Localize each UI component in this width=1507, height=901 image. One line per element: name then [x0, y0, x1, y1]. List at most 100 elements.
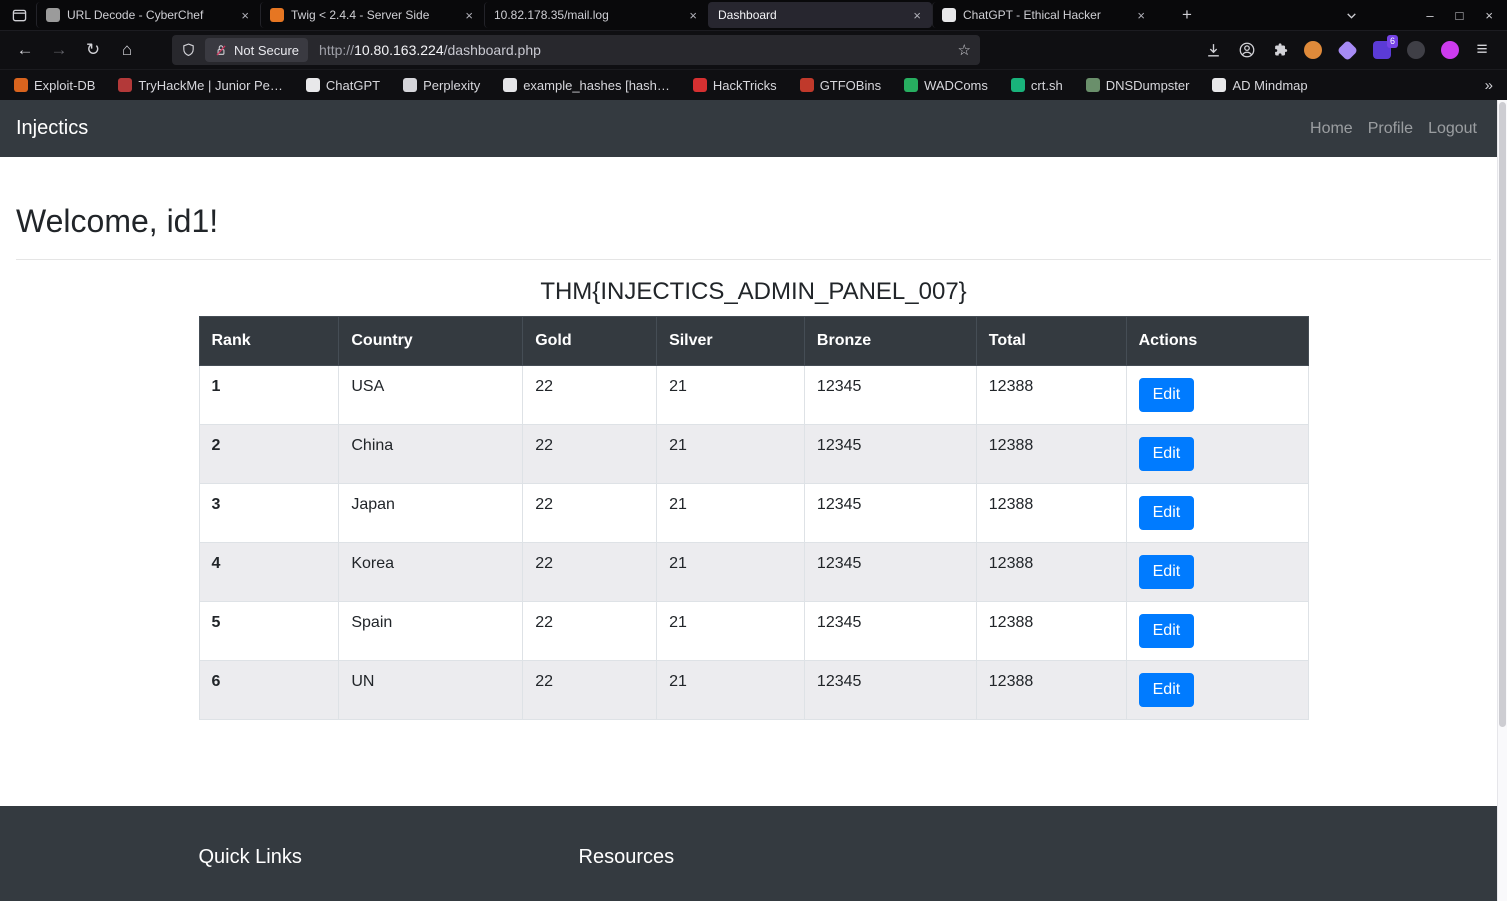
scrollbar-thumb[interactable]: [1499, 102, 1506, 727]
actions-cell: Edit: [1126, 366, 1308, 425]
bookmark-item[interactable]: TryHackMe | Junior Pe…: [118, 78, 283, 93]
extensions-puzzle-icon[interactable]: [1264, 36, 1298, 64]
extension-icon[interactable]: [1337, 39, 1358, 60]
firefox-view-icon[interactable]: [6, 4, 32, 26]
menu-icon[interactable]: ≡: [1465, 36, 1499, 64]
bookmark-item[interactable]: WADComs: [904, 78, 988, 93]
gold-cell: 22: [523, 366, 657, 425]
rank-cell: 5: [199, 602, 339, 661]
bookmark-item[interactable]: Exploit-DB: [14, 78, 95, 93]
nav-link[interactable]: Logout: [1428, 120, 1477, 138]
silver-cell: 21: [657, 484, 805, 543]
gold-cell: 22: [523, 543, 657, 602]
table-row: 4 Korea 22 21 12345 12388 Edit: [199, 543, 1308, 602]
table-header-cell: Gold: [523, 317, 657, 366]
table-header-cell: Total: [976, 317, 1126, 366]
gold-cell: 22: [523, 425, 657, 484]
back-icon[interactable]: ←: [8, 36, 42, 64]
total-cell: 12388: [976, 425, 1126, 484]
download-icon[interactable]: [1196, 36, 1230, 64]
bookmark-favicon-icon: [503, 78, 517, 92]
bookmark-label: Exploit-DB: [34, 78, 95, 93]
bookmarks-overflow-icon[interactable]: »: [1485, 77, 1493, 94]
extension-icon[interactable]: 6: [1373, 41, 1391, 59]
tab-title: Twig < 2.4.4 - Server Side: [291, 8, 456, 22]
nav-link[interactable]: Home: [1310, 120, 1353, 138]
edit-button[interactable]: Edit: [1139, 614, 1195, 648]
forward-icon[interactable]: →: [42, 36, 76, 64]
welcome-heading: Welcome, id1!: [16, 203, 1491, 240]
footer-heading: Resources: [579, 846, 959, 869]
extension-icon[interactable]: [1304, 41, 1322, 59]
table-row: 3 Japan 22 21 12345 12388 Edit: [199, 484, 1308, 543]
tracking-shield-icon[interactable]: [181, 42, 196, 58]
browser-tab[interactable]: Twig < 2.4.4 - Server Side ×: [260, 2, 484, 28]
new-tab-button[interactable]: +: [1174, 5, 1200, 25]
bronze-cell: 12345: [804, 366, 976, 425]
country-cell: Spain: [339, 602, 523, 661]
window-close-icon[interactable]: ×: [1485, 8, 1493, 23]
not-secure-chip[interactable]: Not Secure: [205, 38, 308, 62]
tab-favicon-icon: [270, 8, 284, 22]
tab-list: URL Decode - CyberChef × Twig < 2.4.4 - …: [36, 0, 1156, 30]
browser-tab[interactable]: 10.82.178.35/mail.log ×: [484, 2, 708, 28]
edit-button[interactable]: Edit: [1139, 555, 1195, 589]
bookmark-item[interactable]: HackTricks: [693, 78, 777, 93]
nav-link[interactable]: Profile: [1368, 120, 1413, 138]
actions-cell: Edit: [1126, 661, 1308, 720]
account-icon[interactable]: [1230, 36, 1264, 64]
bookmark-favicon-icon: [904, 78, 918, 92]
table-header-row: Rank Country Gold Silver Bronze Total: [199, 317, 1308, 366]
table-row: 6 UN 22 21 12345 12388 Edit: [199, 661, 1308, 720]
not-secure-label: Not Secure: [234, 43, 299, 58]
window-controls: – □ ×: [1345, 8, 1501, 23]
home-icon[interactable]: ⌂: [110, 36, 144, 64]
tab-favicon-icon: [46, 8, 60, 22]
extension-icon[interactable]: [1441, 41, 1459, 59]
rank-cell: 1: [199, 366, 339, 425]
bookmark-favicon-icon: [800, 78, 814, 92]
edit-button[interactable]: Edit: [1139, 378, 1195, 412]
navigation-toolbar: ← → ↻ ⌂ Not Secure http://10.80.163.224/…: [0, 30, 1507, 69]
tab-close-icon[interactable]: ×: [1135, 8, 1147, 23]
bookmark-item[interactable]: Perplexity: [403, 78, 480, 93]
reload-icon[interactable]: ↻: [76, 36, 110, 64]
brand-link[interactable]: Injectics: [16, 117, 88, 140]
browser-tab[interactable]: Dashboard ×: [708, 2, 932, 28]
table-header-cell: Silver: [657, 317, 805, 366]
browser-tab[interactable]: ChatGPT - Ethical Hacker ×: [932, 2, 1156, 28]
bookmark-item[interactable]: AD Mindmap: [1212, 78, 1307, 93]
extension-icon[interactable]: [1407, 41, 1425, 59]
gold-cell: 22: [523, 484, 657, 543]
tab-close-icon[interactable]: ×: [687, 8, 699, 23]
country-cell: China: [339, 425, 523, 484]
tab-close-icon[interactable]: ×: [239, 8, 251, 23]
maximize-icon[interactable]: □: [1456, 8, 1464, 23]
url-bar[interactable]: Not Secure http://10.80.163.224/dashboar…: [172, 35, 980, 65]
minimize-icon[interactable]: –: [1426, 8, 1433, 23]
bookmark-item[interactable]: example_hashes [hash…: [503, 78, 670, 93]
edit-button[interactable]: Edit: [1139, 673, 1195, 707]
bookmark-item[interactable]: ChatGPT: [306, 78, 380, 93]
tab-title: ChatGPT - Ethical Hacker: [963, 8, 1128, 22]
table-row: 2 China 22 21 12345 12388 Edit: [199, 425, 1308, 484]
page-scrollbar[interactable]: [1497, 100, 1507, 901]
actions-cell: Edit: [1126, 602, 1308, 661]
edit-button[interactable]: Edit: [1139, 496, 1195, 530]
footer-heading: Quick Links: [199, 846, 579, 869]
bookmark-item[interactable]: DNSDumpster: [1086, 78, 1190, 93]
medals-table: Rank Country Gold Silver Bronze Total: [199, 316, 1309, 720]
tab-close-icon[interactable]: ×: [911, 8, 923, 23]
bookmark-item[interactable]: GTFOBins: [800, 78, 881, 93]
bronze-cell: 12345: [804, 543, 976, 602]
browser-tab[interactable]: URL Decode - CyberChef ×: [36, 2, 260, 28]
bronze-cell: 12345: [804, 602, 976, 661]
bookmark-star-icon[interactable]: ☆: [958, 41, 971, 59]
edit-button[interactable]: Edit: [1139, 437, 1195, 471]
tab-close-icon[interactable]: ×: [463, 8, 475, 23]
bookmark-favicon-icon: [14, 78, 28, 92]
bookmark-favicon-icon: [306, 78, 320, 92]
tab-list-chevron-icon[interactable]: [1345, 9, 1358, 22]
bookmark-label: crt.sh: [1031, 78, 1063, 93]
bookmark-item[interactable]: crt.sh: [1011, 78, 1063, 93]
